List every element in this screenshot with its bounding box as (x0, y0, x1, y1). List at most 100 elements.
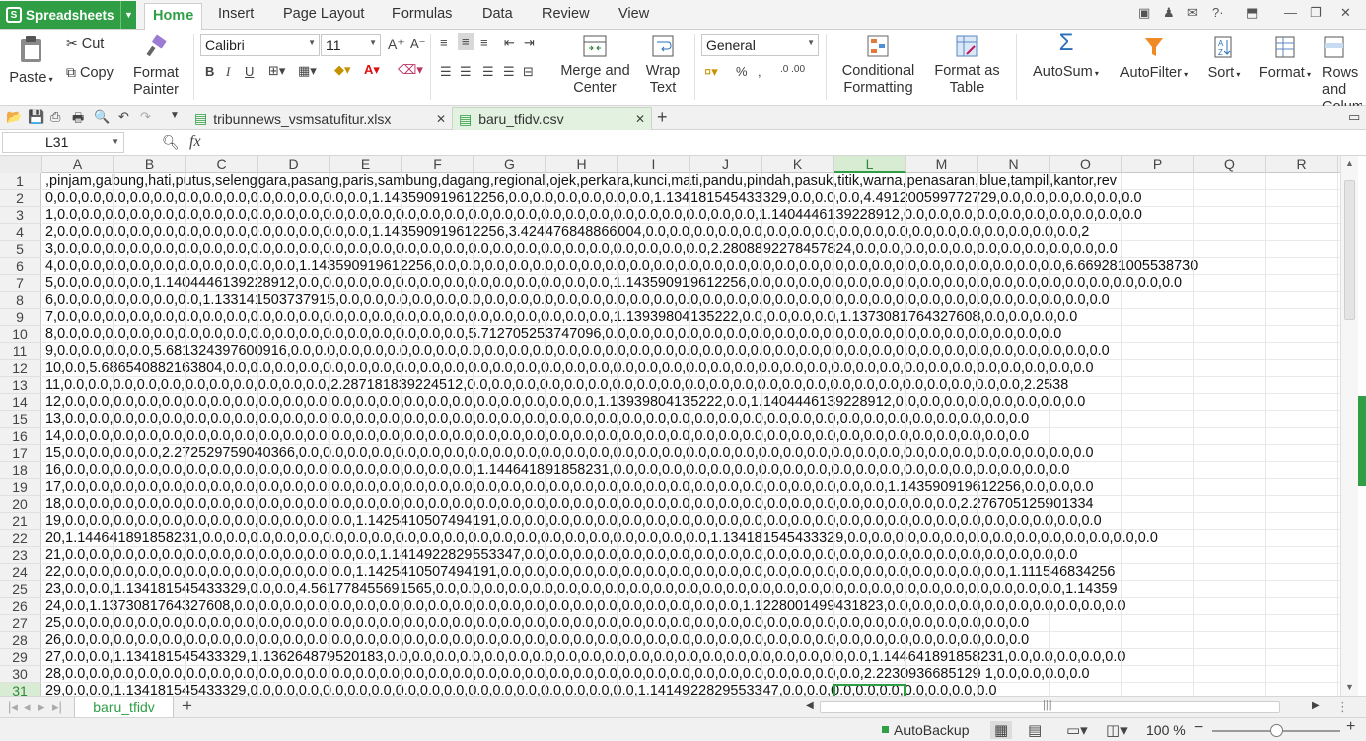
cell-a[interactable]: 28,0.0,0.0,0.0,0.0,0.0,0.0,0.0,0.0,0.0,0… (42, 666, 1340, 683)
italic-icon[interactable]: I (226, 64, 230, 80)
row-header[interactable]: 31 (0, 683, 41, 696)
export-pdf-icon[interactable]: ⎙ (50, 109, 60, 125)
conditional-formatting-button[interactable]: Conditional Formatting (834, 34, 922, 97)
row-header[interactable]: 11 (0, 343, 41, 360)
row-header[interactable]: 2 (0, 190, 41, 207)
cell-a[interactable]: 20,1.144641891858231,0.0,0.0,0.0,0.0,0.0… (42, 530, 1340, 547)
font-size-select[interactable]: 11 ▼ (321, 34, 381, 56)
page-break-view-icon[interactable]: ▤ (1028, 721, 1042, 739)
row-header[interactable]: 28 (0, 632, 41, 649)
select-all-corner[interactable] (0, 156, 42, 173)
row-header[interactable]: 26 (0, 598, 41, 615)
print-preview-icon[interactable]: 🔍 (94, 109, 110, 125)
doc-tab-csv[interactable]: ▤ baru_tfidv.csv ✕ (452, 107, 652, 130)
row-header[interactable]: 14 (0, 394, 41, 411)
row-header[interactable]: 20 (0, 496, 41, 513)
copy-button[interactable]: ⧉ Copy (66, 64, 114, 81)
cell-a[interactable]: 1,0.0,0.0,0.0,0.0,0.0,0.0,0.0,0.0,0.0,0.… (42, 207, 1340, 224)
page-layout-view-icon[interactable]: ▭▾ (1066, 721, 1088, 739)
tab-view[interactable]: View (618, 6, 649, 22)
redo-icon[interactable]: ↷ (140, 109, 151, 125)
cell-a[interactable]: 6,0.0,0.0,0.0,0.0,0.0,0.0,1.133141503737… (42, 292, 1340, 309)
increase-font-icon[interactable]: A⁺ (388, 36, 405, 53)
tab-data[interactable]: Data (482, 6, 513, 22)
save-icon[interactable]: 💾 (28, 109, 44, 125)
cell-a[interactable]: 7,0.0,0.0,0.0,0.0,0.0,0.0,0.0,0.0,0.0,0.… (42, 309, 1340, 326)
cell-a[interactable]: 25,0.0,0.0,0.0,0.0,0.0,0.0,0.0,0.0,0.0,0… (42, 615, 1340, 632)
row-header[interactable]: 24 (0, 564, 41, 581)
align-center-icon[interactable]: ☰ (460, 64, 472, 80)
chat-icon[interactable]: ✉ (1187, 5, 1198, 21)
sheet-options-icon[interactable]: ⋮ (1336, 699, 1349, 715)
column-header-i[interactable]: I (618, 156, 690, 173)
column-header-h[interactable]: H (546, 156, 618, 173)
row-header[interactable]: 29 (0, 649, 41, 666)
column-header-d[interactable]: D (258, 156, 330, 173)
align-bottom-icon[interactable]: ≡ (480, 35, 488, 50)
undo-icon[interactable]: ↶ (118, 109, 129, 125)
cell-a[interactable]: ,pinjam,gabung,hati,putus,selenggara,pas… (42, 173, 1340, 190)
cell-a[interactable]: 5,0.0,0.0,0.0,0.0,1.1404446139228912,0.0… (42, 275, 1340, 292)
align-left-icon[interactable]: ☰ (440, 64, 452, 80)
currency-icon[interactable]: ¤▾ (704, 64, 718, 80)
cell-a[interactable]: 19,0.0,0.0,0.0,0.0,0.0,0.0,0.0,0.0,0.0,0… (42, 513, 1340, 530)
row-header[interactable]: 10 (0, 326, 41, 343)
align-top-icon[interactable]: ≡ (440, 35, 448, 50)
cell-a[interactable]: 15,0.0,0.0,0.0,0.0,2.272529759040366,0.0… (42, 445, 1340, 462)
column-header-g[interactable]: G (474, 156, 546, 173)
indent-decrease-icon[interactable]: ⇤ (504, 35, 515, 51)
row-header[interactable]: 5 (0, 241, 41, 258)
column-header-f[interactable]: F (402, 156, 474, 173)
row-header[interactable]: 3 (0, 207, 41, 224)
column-header-a[interactable]: A (42, 156, 114, 173)
underline-icon[interactable]: U (245, 64, 254, 79)
cut-button[interactable]: ✂ Cut (66, 35, 104, 52)
cell-a[interactable]: 18,0.0,0.0,0.0,0.0,0.0,0.0,0.0,0.0,0.0,0… (42, 496, 1340, 513)
fill-pattern-icon[interactable]: ▦▾ (298, 63, 317, 79)
cell-a[interactable]: 10,0.0,5.686540882163804,0.0,0.0,0.0,0.0… (42, 360, 1340, 377)
row-header[interactable]: 6 (0, 258, 41, 275)
distribute-icon[interactable]: ⊟ (523, 64, 534, 80)
sheet-tab-active[interactable]: baru_tfidv (74, 697, 174, 718)
row-header[interactable]: 21 (0, 513, 41, 530)
font-name-select[interactable]: Calibri ▼ (200, 34, 320, 56)
autofilter-button[interactable]: AutoFilter ▾ (1112, 34, 1196, 83)
cell-a[interactable]: 2,0.0,0.0,0.0,0.0,0.0,0.0,0.0,0.0,0.0,0.… (42, 224, 1340, 241)
horizontal-scroll-thumb[interactable]: ||| (820, 699, 1280, 713)
percent-icon[interactable]: % (736, 64, 748, 79)
scroll-down-icon[interactable]: ▼ (1345, 682, 1354, 692)
indent-increase-icon[interactable]: ⇥ (524, 35, 535, 51)
column-header-b[interactable]: B (114, 156, 186, 173)
cell-a[interactable]: 29,0.0,0.0,1.134181545433329,0.0,0.0,0.0… (42, 683, 1340, 696)
column-header-r[interactable]: R (1266, 156, 1338, 173)
doc-tab-xlsx[interactable]: ▤ tribunnews_vsmsatufitur.xlsx ✕ (188, 107, 452, 130)
zoom-search-icon[interactable]: 🔍︎ (162, 134, 180, 151)
cell-a[interactable]: 14,0.0,0.0,0.0,0.0,0.0,0.0,0.0,0.0,0.0,0… (42, 428, 1340, 445)
print-icon[interactable]: 🖶 (72, 109, 84, 131)
scroll-right-icon[interactable]: ▶ (1312, 700, 1320, 711)
column-header-q[interactable]: Q (1194, 156, 1266, 173)
align-middle-icon[interactable]: ≡ (458, 33, 474, 50)
tab-home[interactable]: Home (144, 3, 203, 30)
bold-icon[interactable]: B (205, 64, 214, 79)
maximize-icon[interactable]: ❐ (1310, 5, 1322, 21)
normal-view-icon[interactable]: ▦ (990, 721, 1013, 739)
row-header[interactable]: 13 (0, 377, 41, 394)
app-menu-button[interactable]: S Spreadsheets ▼ (0, 1, 136, 29)
row-header[interactable]: 7 (0, 275, 41, 292)
row-header[interactable]: 27 (0, 615, 41, 632)
column-header-c[interactable]: C (186, 156, 258, 173)
tab-list-icon[interactable]: ▭ (1348, 109, 1360, 125)
cell-a[interactable]: 23,0.0,0.0,1.134181545433329,0.0,0.0,4.5… (42, 581, 1340, 598)
rows-columns-button[interactable]: Rows and Columns (1322, 34, 1362, 116)
prev-sheet-icon[interactable]: ◂ (24, 699, 31, 715)
row-header[interactable]: 23 (0, 547, 41, 564)
zoom-slider-knob[interactable] (1270, 724, 1283, 737)
cell-a[interactable]: 22,0.0,0.0,0.0,0.0,0.0,0.0,0.0,0.0,0.0,0… (42, 564, 1340, 581)
row-header[interactable]: 19 (0, 479, 41, 496)
cell-a[interactable]: 12,0.0,0.0,0.0,0.0,0.0,0.0,0.0,0.0,0.0,0… (42, 394, 1340, 411)
first-sheet-icon[interactable]: |◂ (8, 699, 18, 715)
font-color-icon[interactable]: A▾ (364, 62, 380, 78)
row-header[interactable]: 16 (0, 428, 41, 445)
row-header[interactable]: 25 (0, 581, 41, 598)
